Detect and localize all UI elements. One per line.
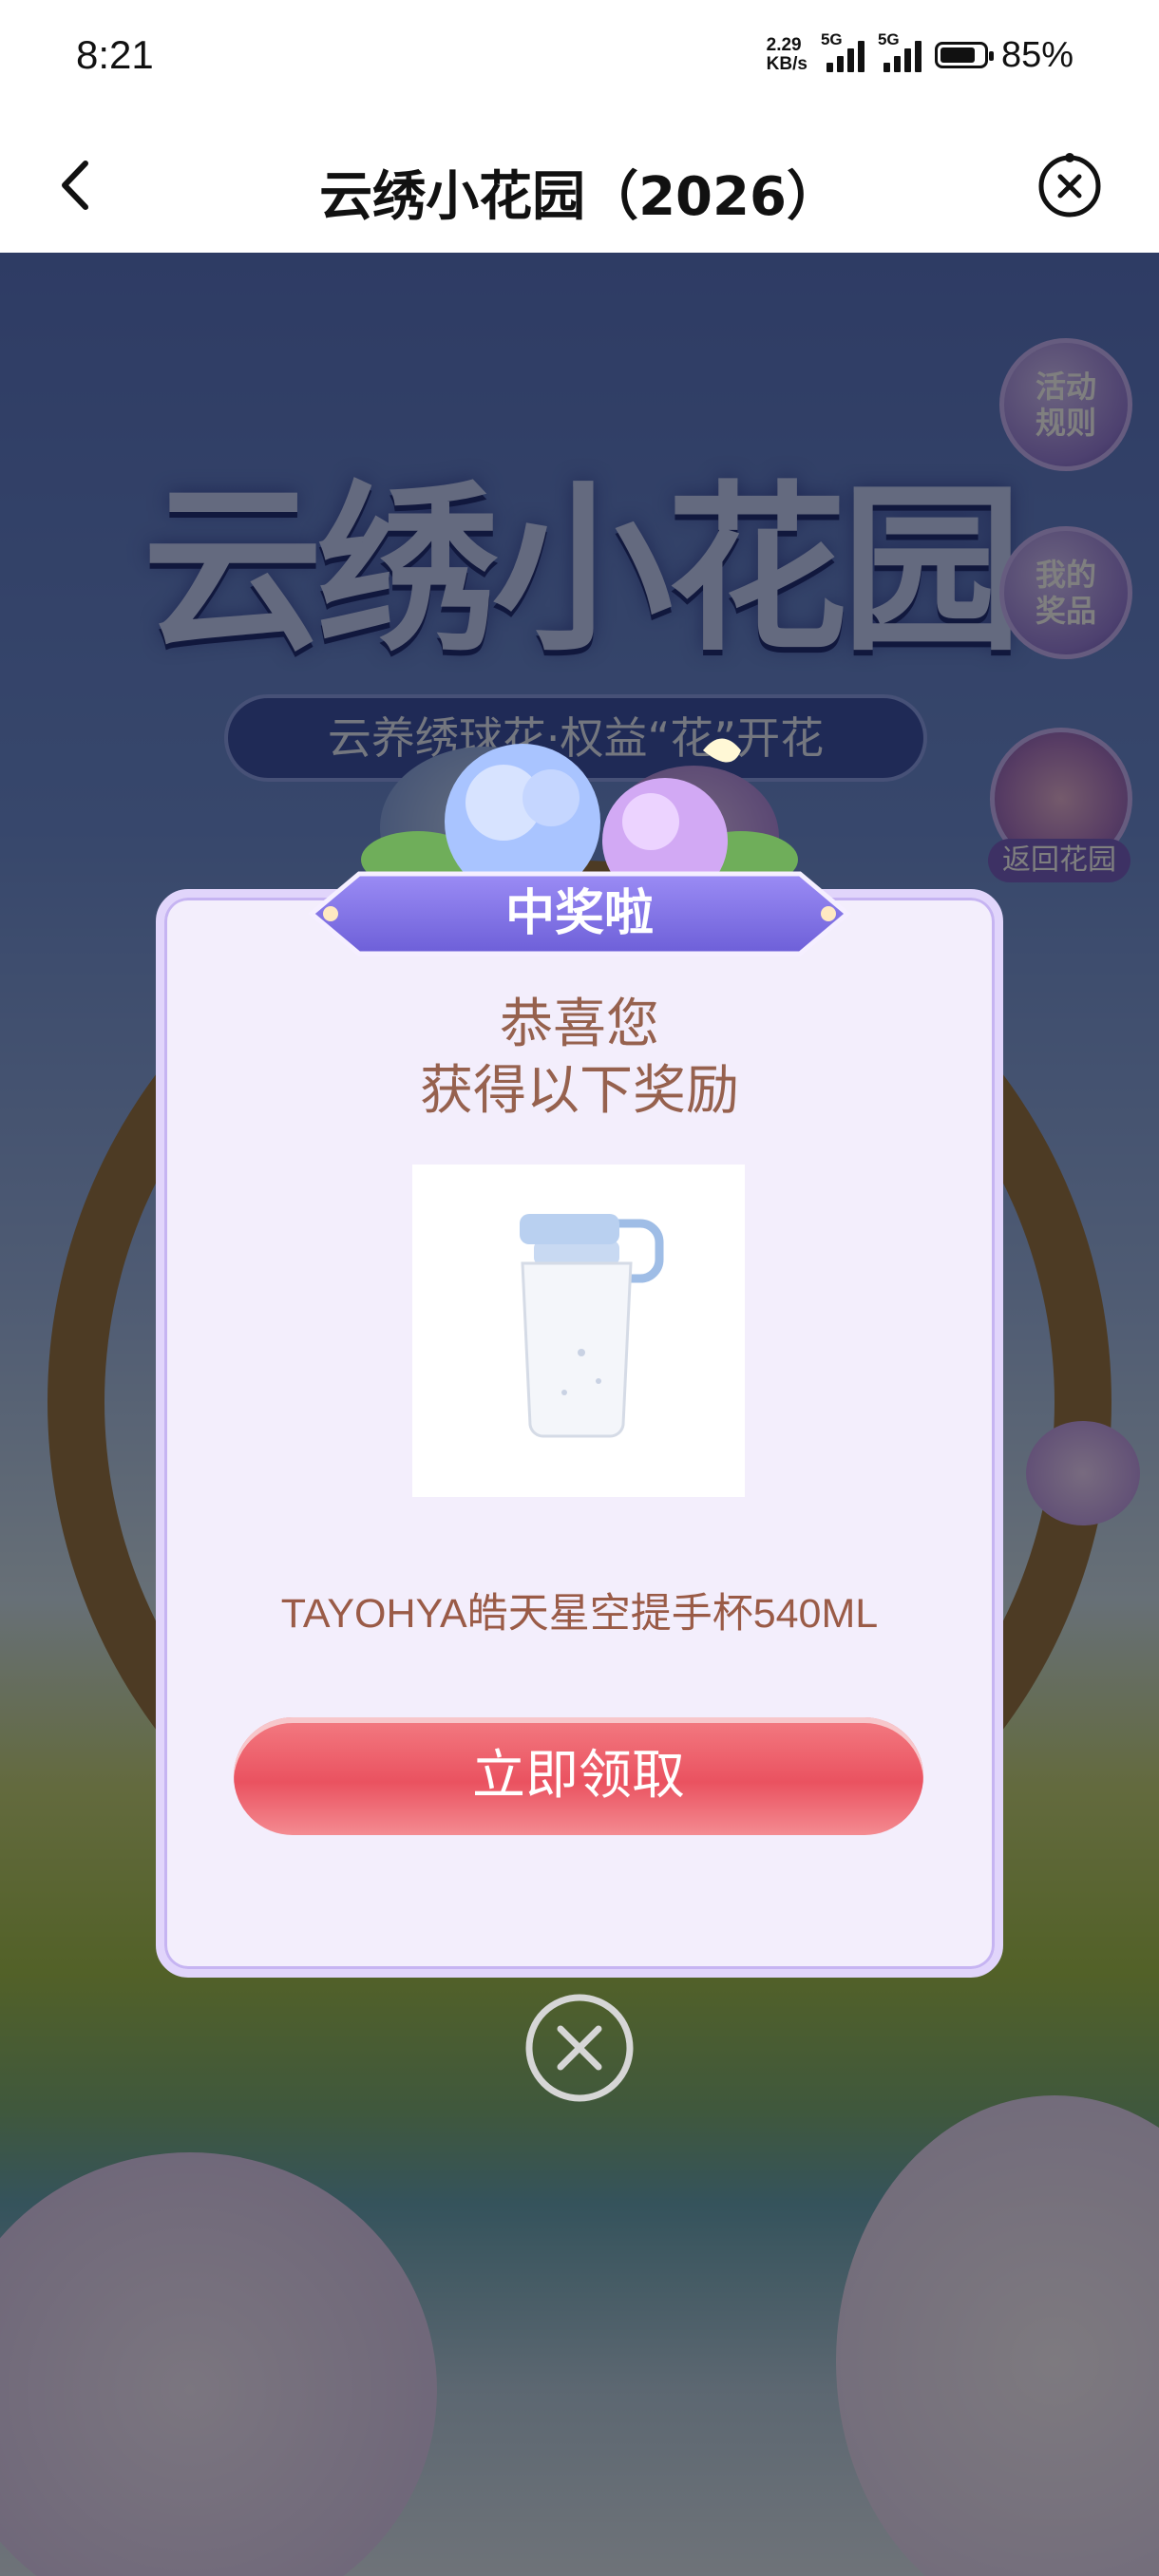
congrats-text: 恭喜您 获得以下奖励 xyxy=(156,992,1003,1125)
modal-header-title: 中奖啦 xyxy=(504,885,654,942)
status-time: 8:21 xyxy=(76,32,154,77)
status-bar: 8:21 2.29 KB/s 5G 5G 85% xyxy=(0,0,1159,118)
signal-icon-sim2: 5G xyxy=(878,30,922,72)
signal-icon-sim1: 5G xyxy=(821,30,864,72)
battery-percent: 85% xyxy=(1000,34,1074,75)
signal-label-sim1: 5G xyxy=(820,30,843,48)
signal-label-sim2: 5G xyxy=(877,30,900,48)
network-speed: 2.29 KB/s xyxy=(767,36,808,74)
nav-bar: 云绣小花园（2026） xyxy=(0,118,1159,253)
claim-now-button[interactable]: 立即领取 xyxy=(234,1717,923,1835)
status-icons: 2.29 KB/s 5G 5G 85% xyxy=(767,30,1074,78)
close-mini-program-icon[interactable] xyxy=(1032,146,1108,222)
tumbler-cup-icon xyxy=(520,1214,664,1438)
page-title: 云绣小花园（2026） xyxy=(319,166,840,228)
close-circle-icon[interactable] xyxy=(524,1993,635,2103)
prize-name: TAYOHYA皓天星空提手杯540ML xyxy=(280,1591,879,1637)
congrats-line-2: 获得以下奖励 xyxy=(420,1060,739,1122)
congrats-line-1: 恭喜您 xyxy=(500,994,659,1055)
prize-image xyxy=(412,1165,745,1497)
battery-icon xyxy=(934,42,994,68)
network-speed-value: 2.29 xyxy=(766,35,802,55)
network-speed-unit: KB/s xyxy=(766,54,808,74)
